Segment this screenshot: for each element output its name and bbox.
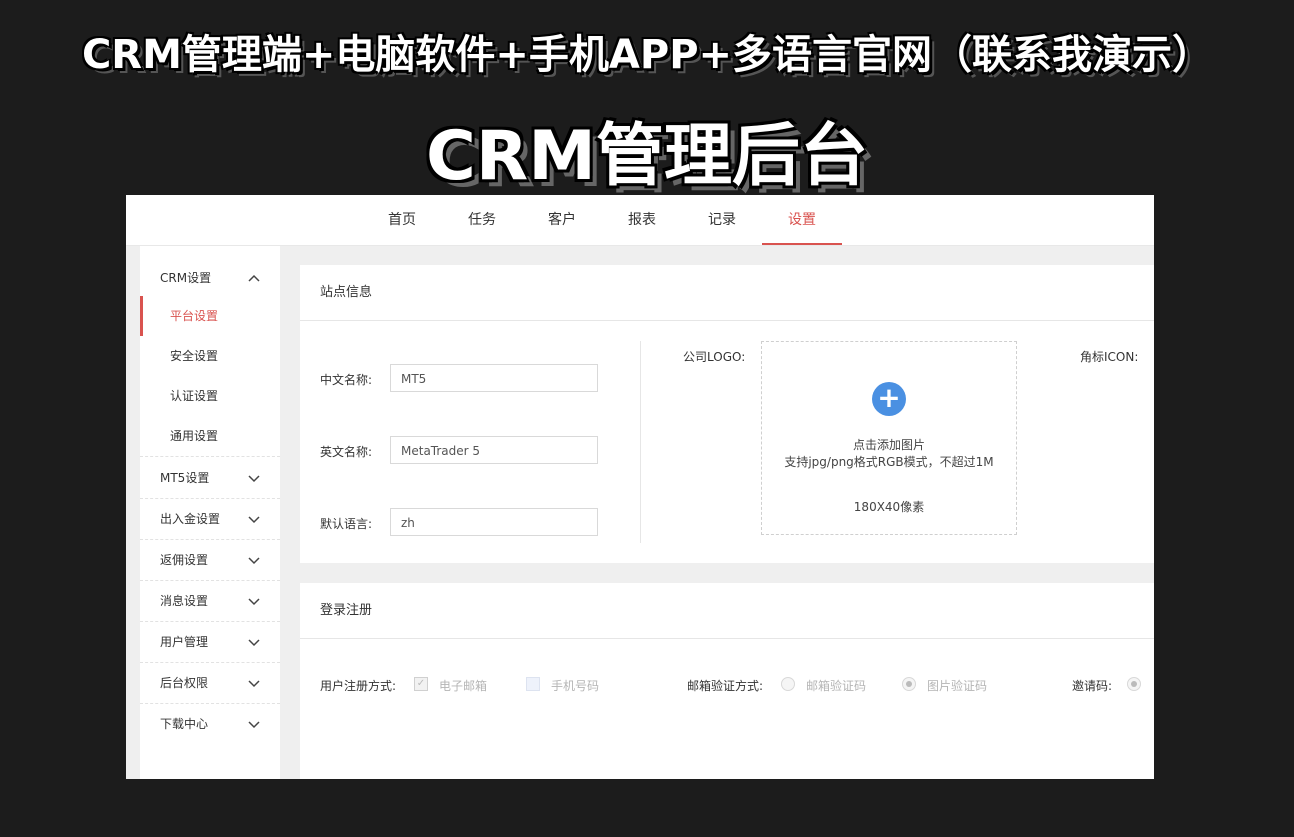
upload-hint: 点击添加图片 <box>852 438 925 452</box>
nav-customers[interactable]: 客户 <box>522 195 602 245</box>
plus-icon[interactable]: + <box>872 382 906 416</box>
email-option-label: 电子邮箱 <box>439 679 488 693</box>
registration-method-label: 用户注册方式: <box>320 679 397 693</box>
sidebar-group-rebate-settings[interactable]: 返佣设置 <box>140 540 280 581</box>
settings-sidebar: CRM设置 平台设置 安全设置 认证设置 通用设置 MT5设置 出入金设置 返佣… <box>140 246 280 779</box>
en-name-input[interactable]: MetaTrader 5 <box>390 436 598 464</box>
email-code-radio[interactable] <box>781 677 795 691</box>
sidebar-group-crm-settings[interactable]: CRM设置 <box>140 258 280 298</box>
nav-home[interactable]: 首页 <box>362 195 442 245</box>
login-register-panel: 登录注册 用户注册方式: ✓ 电子邮箱 手机号码 邮箱验证方式: 邮箱验证码 图… <box>300 583 1154 779</box>
email-code-option-label: 邮箱验证码 <box>806 679 867 693</box>
crm-app-window: 首页 任务 客户 报表 记录 设置 CRM设置 平台设置 安全设置 认证设置 通… <box>126 195 1154 779</box>
upload-size-hint: 180X40像素 <box>853 500 925 514</box>
promo-banner-subtitle: CRM管理后台 <box>426 117 868 196</box>
invite-code-radio[interactable] <box>1127 677 1141 691</box>
sidebar-group-admin-permissions[interactable]: 后台权限 <box>140 663 280 704</box>
sidebar-item-label: 平台设置 <box>170 309 219 323</box>
sidebar-item-label: 认证设置 <box>170 389 219 403</box>
default-language-input[interactable]: zh <box>390 508 598 536</box>
nav-settings[interactable]: 设置 <box>762 195 842 245</box>
chevron-down-icon <box>248 704 260 760</box>
company-logo-label: 公司LOGO: <box>683 350 746 364</box>
sidebar-item-platform-settings[interactable]: 平台设置 <box>140 296 280 336</box>
sidebar-group-message-settings[interactable]: 消息设置 <box>140 581 280 622</box>
divider <box>300 320 1154 321</box>
phone-option-label: 手机号码 <box>551 679 600 693</box>
sidebar-group-label: 出入金设置 <box>160 512 221 526</box>
sidebar-group-label: CRM设置 <box>160 271 212 285</box>
image-code-option-label: 图片验证码 <box>927 679 988 693</box>
cn-name-label: 中文名称: <box>320 373 373 387</box>
top-navigation: 首页 任务 客户 报表 记录 设置 <box>126 195 1154 246</box>
nav-reports[interactable]: 报表 <box>602 195 682 245</box>
sidebar-group-label: 下载中心 <box>160 717 209 731</box>
en-name-label: 英文名称: <box>320 445 373 459</box>
cn-name-input[interactable]: MT5 <box>390 364 598 392</box>
email-checkbox[interactable]: ✓ <box>414 677 428 691</box>
image-code-radio[interactable] <box>902 677 916 691</box>
sidebar-group-label: 消息设置 <box>160 594 209 608</box>
panel-title: 站点信息 <box>320 285 373 300</box>
sidebar-item-label: 安全设置 <box>170 349 219 363</box>
sidebar-item-label: 通用设置 <box>170 429 219 443</box>
sidebar-group-label: MT5设置 <box>160 471 210 485</box>
badge-icon-label: 角标ICON: <box>1080 350 1139 364</box>
nav-tasks[interactable]: 任务 <box>442 195 522 245</box>
logo-upload-area[interactable]: + 点击添加图片 支持jpg/png格式RGB模式，不超过1M 180X40像素 <box>761 341 1017 535</box>
sidebar-item-security-settings[interactable]: 安全设置 <box>140 336 280 376</box>
default-language-label: 默认语言: <box>320 517 373 531</box>
email-verify-method-label: 邮箱验证方式: <box>687 679 764 693</box>
panel-title: 登录注册 <box>320 603 373 618</box>
vertical-divider <box>640 341 641 543</box>
divider <box>300 638 1154 639</box>
sidebar-group-deposit-withdrawal[interactable]: 出入金设置 <box>140 499 280 540</box>
sidebar-group-label: 返佣设置 <box>160 553 209 567</box>
sidebar-group-user-management[interactable]: 用户管理 <box>140 622 280 663</box>
sidebar-group-label: 用户管理 <box>160 635 209 649</box>
site-info-panel: 站点信息 中文名称: MT5 英文名称: MetaTrader 5 默认语言: … <box>300 265 1154 563</box>
sidebar-group-download-center[interactable]: 下载中心 <box>140 704 280 744</box>
nav-records[interactable]: 记录 <box>682 195 762 245</box>
invite-code-label: 邀请码: <box>1072 679 1113 693</box>
sidebar-item-general-settings[interactable]: 通用设置 <box>140 416 280 457</box>
upload-format-hint: 支持jpg/png格式RGB模式，不超过1M <box>784 455 994 469</box>
phone-checkbox[interactable] <box>526 677 540 691</box>
promo-banner-title: CRM管理端+电脑软件+手机APP+多语言官网（联系我演示） <box>81 32 1213 78</box>
sidebar-item-verification-settings[interactable]: 认证设置 <box>140 376 280 416</box>
sidebar-group-label: 后台权限 <box>160 676 209 690</box>
sidebar-group-mt5-settings[interactable]: MT5设置 <box>140 458 280 499</box>
